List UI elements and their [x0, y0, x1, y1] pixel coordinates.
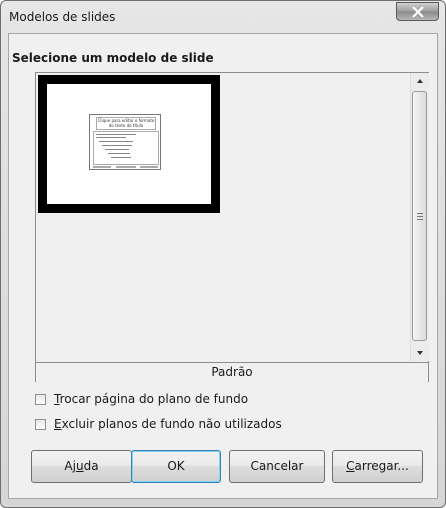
preview-body-line: [102, 145, 132, 146]
swap-background-label[interactable]: Trocar página do plano de fundo: [54, 392, 248, 406]
load-button[interactable]: Carregar...: [332, 450, 423, 483]
ok-button[interactable]: OK: [131, 450, 221, 483]
preview-body-box: [93, 131, 159, 165]
preview-body-line: [108, 153, 130, 154]
template-item-padrao[interactable]: Clique para editar o formato do texto do…: [38, 75, 220, 213]
delete-unused-label[interactable]: Excluir planos de fundo não utilizados: [54, 417, 282, 431]
close-button[interactable]: [396, 2, 439, 21]
thumbnail-frame: Clique para editar o formato do texto do…: [43, 80, 215, 208]
preview-body-line: [105, 149, 129, 150]
delete-unused-checkbox[interactable]: [35, 418, 46, 430]
preview-body-line: [111, 157, 131, 158]
vertical-scrollbar[interactable]: [410, 73, 429, 361]
preview-footer-number: [140, 166, 158, 168]
preview-body-line: [96, 134, 136, 135]
chevron-down-icon: [417, 351, 423, 355]
cancel-button[interactable]: Cancelar: [229, 450, 325, 483]
grip-line: [417, 213, 423, 214]
scroll-down-button[interactable]: [411, 345, 429, 361]
swap-background-checkbox[interactable]: [35, 393, 46, 405]
slide-preview: Clique para editar o formato do texto do…: [47, 84, 211, 204]
slide-preview-page: Clique para editar o formato do texto do…: [89, 114, 161, 170]
scrollbar-thumb[interactable]: [412, 91, 427, 341]
close-icon: [412, 7, 424, 17]
preview-footer-date: [93, 166, 111, 168]
preview-body-line: [96, 137, 126, 138]
window-title: Modelos de slides: [9, 10, 116, 24]
grip-line: [417, 216, 423, 217]
grip-line: [417, 219, 423, 220]
title-bar: Modelos de slides: [1, 1, 445, 33]
chevron-up-icon: [417, 79, 423, 83]
preview-footer-text: [116, 166, 136, 168]
preview-title-text: Clique para editar o formato do texto do…: [96, 117, 156, 130]
section-title: Selecione um modelo de slide: [12, 51, 214, 65]
help-button[interactable]: Ajuda: [31, 450, 132, 483]
preview-body-line: [99, 141, 133, 142]
swap-background-option[interactable]: Trocar página do plano de fundo: [35, 391, 248, 407]
template-name-label: Padrão: [36, 362, 428, 382]
delete-unused-option[interactable]: Excluir planos de fundo não utilizados: [35, 416, 282, 432]
scroll-up-button[interactable]: [411, 73, 429, 89]
